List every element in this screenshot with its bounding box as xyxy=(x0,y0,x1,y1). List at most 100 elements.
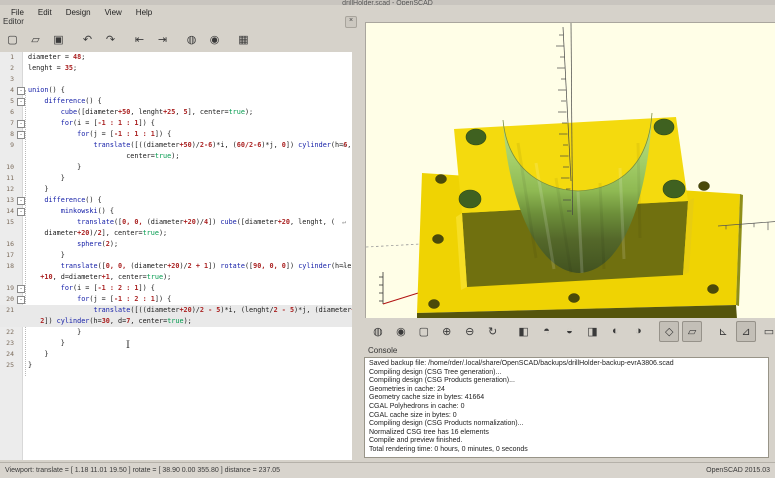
code-line[interactable]: center=true); xyxy=(0,151,352,162)
line-number: 1 xyxy=(0,52,14,63)
render-button[interactable]: ◉ xyxy=(204,29,225,50)
code-line[interactable]: 15 translate([0, 0, (diameter+20)/4]) cu… xyxy=(0,217,352,228)
view-top-button[interactable]: ◓ xyxy=(537,321,557,342)
perspective-icon: ◇ xyxy=(665,325,673,338)
zoom-in-button[interactable]: ⊕ xyxy=(437,321,457,342)
line-number: 6 xyxy=(0,107,14,118)
code-line[interactable]: +10, d=diameter+1, center=true); xyxy=(0,272,352,283)
viewport-status-text: Viewport: translate = [ 1.18 11.01 19.50… xyxy=(5,467,280,474)
menu-design[interactable]: Design xyxy=(59,7,98,18)
code-line[interactable]: diameter+20)/2], center=true); xyxy=(0,228,352,239)
line-number: 17 xyxy=(0,250,14,261)
view-left-button[interactable]: ◨ xyxy=(582,321,602,342)
code-line[interactable]: 4-union() { xyxy=(0,85,352,96)
code-line[interactable]: 3 xyxy=(0,74,352,85)
code-line[interactable]: 2lenght = 35; xyxy=(0,63,352,74)
unindent-button[interactable]: ⇤ xyxy=(129,29,150,50)
code-line[interactable]: 7- for(i = [-1 : 1 : 1]) { xyxy=(0,118,352,129)
code-text: minkowski() { xyxy=(28,206,114,217)
code-text: for(i = [-1 : 2 : 1]) { xyxy=(28,283,155,294)
zoom-out-button[interactable]: ⊖ xyxy=(460,321,480,342)
fold-marker[interactable]: - xyxy=(17,285,25,293)
fold-marker[interactable]: - xyxy=(17,296,25,304)
preview-button[interactable]: ◍ xyxy=(181,29,202,50)
code-line[interactable]: 22 } xyxy=(0,327,352,338)
show-axes-button[interactable]: ⊾ xyxy=(713,321,733,342)
fold-marker[interactable]: - xyxy=(17,87,25,95)
fold-marker[interactable]: - xyxy=(17,208,25,216)
menu-help[interactable]: Help xyxy=(129,7,159,18)
view-front-icon: ◐ xyxy=(612,325,619,337)
code-line[interactable]: 13- difference() { xyxy=(0,195,352,206)
orthogonal-button[interactable]: ▱ xyxy=(682,321,702,342)
show-scale-button[interactable]: ⊿ xyxy=(736,321,756,342)
code-line[interactable]: 2]) cylinder(h=30, d=7, center=true); xyxy=(0,316,352,327)
show-crosshairs-button[interactable]: ▭ xyxy=(759,321,775,342)
open-file-button[interactable]: ▱ xyxy=(25,29,46,50)
code-line[interactable]: 17 } xyxy=(0,250,352,261)
fold-marker[interactable]: - xyxy=(17,197,25,205)
editor-close-button[interactable]: × xyxy=(345,16,357,28)
3d-viewport[interactable] xyxy=(365,22,775,319)
console-log[interactable]: Saved backup file: /home/rder/.local/sha… xyxy=(364,357,769,458)
mouse-ibeam-cursor: I xyxy=(126,340,130,351)
code-editor[interactable]: 1diameter = 48;2lenght = 35;34-union() {… xyxy=(0,52,352,460)
code-text: center=true); xyxy=(28,151,179,162)
code-line[interactable]: 10 } xyxy=(0,162,352,173)
code-line[interactable]: 5- difference() { xyxy=(0,96,352,107)
code-line[interactable]: 18 translate([0, 0, (diameter+20)/2 + 1]… xyxy=(0,261,352,272)
code-text: } xyxy=(28,349,48,360)
new-file-button[interactable]: ▢ xyxy=(2,29,23,50)
code-line[interactable]: 8- for(j = [-1 : 1 : 1]) { xyxy=(0,129,352,140)
view-top-icon: ◓ xyxy=(543,325,550,337)
zoom-in-icon: ⊕ xyxy=(442,325,451,338)
menu-file[interactable]: File xyxy=(4,7,31,18)
view-front-button[interactable]: ◐ xyxy=(605,321,625,342)
view-right-icon: ◧ xyxy=(518,325,528,338)
code-line[interactable]: 25} xyxy=(0,360,352,371)
code-line[interactable]: 20- for(j = [-1 : 2 : 1]) { xyxy=(0,294,352,305)
line-number: 24 xyxy=(0,349,14,360)
menu-edit[interactable]: Edit xyxy=(31,7,59,18)
code-text: for(i = [-1 : 1 : 1]) { xyxy=(28,118,155,129)
code-line[interactable]: 24 } xyxy=(0,349,352,360)
code-line[interactable]: 1diameter = 48; xyxy=(0,52,352,63)
code-text: translate([((diameter+20)/2 - 5)*i, (len… xyxy=(28,305,352,316)
line-wrap-icon: ↵ xyxy=(342,261,346,272)
save-button[interactable]: ▣ xyxy=(48,29,69,50)
code-line[interactable]: 23 } xyxy=(0,338,352,349)
line-wrap-icon: ↵ xyxy=(342,217,346,228)
perspective-button[interactable]: ◇ xyxy=(659,321,679,342)
code-text: for(j = [-1 : 2 : 1]) { xyxy=(28,294,171,305)
export-stl-button[interactable]: ▦ xyxy=(233,29,254,50)
view-back-button[interactable]: ◑ xyxy=(628,321,648,342)
view-bottom-button[interactable]: ◒ xyxy=(560,321,580,342)
indent-button[interactable]: ⇥ xyxy=(152,29,173,50)
console-line: CGAL Polyhedrons in cache: 0 xyxy=(369,403,768,412)
undo-button[interactable]: ↶ xyxy=(77,29,98,50)
code-line[interactable]: 19- for(i = [-1 : 2 : 1]) { xyxy=(0,283,352,294)
line-number: 5 xyxy=(0,96,14,107)
fold-marker[interactable]: - xyxy=(17,98,25,106)
fold-marker[interactable]: - xyxy=(17,131,25,139)
zoom-all-button[interactable]: ▢ xyxy=(414,321,434,342)
redo-button[interactable]: ↷ xyxy=(100,29,121,50)
code-line[interactable]: 14- minkowski() { xyxy=(0,206,352,217)
code-line[interactable]: 6 cube([diameter+50, lenght+25, 5], cent… xyxy=(0,107,352,118)
view-right-button[interactable]: ◧ xyxy=(514,321,534,342)
code-line[interactable]: 12 } xyxy=(0,184,352,195)
code-line[interactable]: 9 translate([((diameter+50)/2-6)*i, (60/… xyxy=(0,140,352,151)
code-line[interactable]: 21 translate([((diameter+20)/2 - 5)*i, (… xyxy=(0,305,352,316)
code-text: union() { xyxy=(28,85,65,96)
menu-view[interactable]: View xyxy=(98,7,129,18)
preview-icon: ◍ xyxy=(373,325,383,338)
code-text: lenght = 35; xyxy=(28,63,77,74)
reset-view-button[interactable]: ↻ xyxy=(483,321,503,342)
code-line[interactable]: 11 } xyxy=(0,173,352,184)
code-text: sphere(2); xyxy=(28,239,118,250)
preview-button[interactable]: ◍ xyxy=(368,321,388,342)
code-line[interactable]: 16 sphere(2); xyxy=(0,239,352,250)
render-button[interactable]: ◉ xyxy=(391,321,411,342)
fold-marker[interactable]: - xyxy=(17,120,25,128)
line-number: 18 xyxy=(0,261,14,272)
